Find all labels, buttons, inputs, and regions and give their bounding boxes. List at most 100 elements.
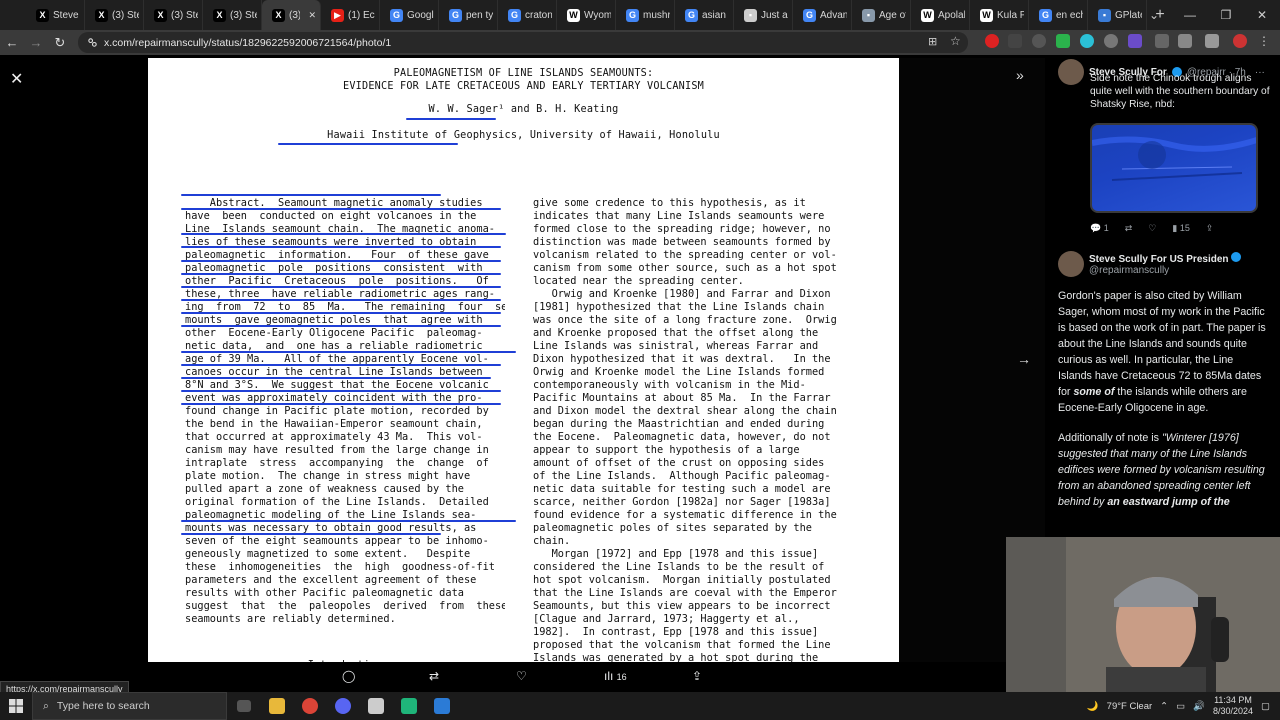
- repost-icon[interactable]: ⇄: [429, 669, 439, 683]
- address-bar[interactable]: x.com/repairmanscully/status/18296225920…: [78, 32, 968, 53]
- tab-13[interactable]: G Advanc: [793, 0, 852, 30]
- forward-icon[interactable]: →: [24, 31, 48, 55]
- minimize-icon[interactable]: —: [1172, 0, 1208, 30]
- post2-author[interactable]: Steve Scully For US Presiden: [1089, 254, 1229, 265]
- pen-underline: [181, 364, 501, 366]
- taskbar-search[interactable]: ⌕ Type here to search: [32, 692, 227, 720]
- like-icon[interactable]: ♡: [516, 669, 527, 683]
- paper-text-line: indicates that many Line Islands seamoun…: [533, 210, 825, 222]
- tab-8[interactable]: Gcraton: [498, 0, 557, 30]
- reload-icon[interactable]: ↻: [48, 31, 72, 55]
- close-window-icon[interactable]: ✕: [1244, 0, 1280, 30]
- tab-12[interactable]: ▪ Just a r: [734, 0, 793, 30]
- tab-10[interactable]: Gmushro: [616, 0, 675, 30]
- views-icon[interactable]: ılı 16: [604, 669, 627, 683]
- extension-red-icon[interactable]: [985, 34, 999, 48]
- tab-3[interactable]: X (3) Ste: [203, 0, 262, 30]
- extension-icon[interactable]: [1008, 34, 1022, 48]
- tab-0[interactable]: X Steve S: [26, 0, 85, 30]
- site-info-icon[interactable]: [87, 37, 98, 48]
- file-explorer-icon[interactable]: [260, 692, 293, 720]
- pen-underline: [181, 390, 501, 392]
- post1-actions: 💬 1 ⇄ ♡ ▮ 15 ⇪: [1090, 223, 1213, 234]
- paper-text-line: chain.: [533, 535, 571, 547]
- restore-icon[interactable]: ❐: [1208, 0, 1244, 30]
- extension-gray-icon[interactable]: [1032, 34, 1046, 48]
- tab-9[interactable]: W Wyomi: [557, 0, 616, 30]
- tab-4[interactable]: X (3) ✕: [262, 0, 321, 30]
- avatar[interactable]: [1058, 251, 1084, 277]
- post1-map-image[interactable]: [1090, 123, 1258, 213]
- paper-text-line: geneously magnetized to some extent. Des…: [185, 548, 471, 560]
- extension-teal-icon[interactable]: [1080, 34, 1094, 48]
- discord-icon[interactable]: [326, 692, 359, 720]
- verified-badge-icon: [1231, 252, 1242, 262]
- start-button[interactable]: [0, 692, 32, 720]
- reply-icon[interactable]: ◯: [342, 669, 355, 683]
- next-photo-icon[interactable]: →: [1017, 351, 1031, 367]
- tab-label: Google: [407, 9, 434, 21]
- paper-text-line: found evidence for a systematic differen…: [533, 509, 837, 521]
- tab-search-icon[interactable]: ⌄: [1136, 0, 1172, 30]
- like-icon[interactable]: ♡: [1148, 223, 1156, 234]
- reply-icon[interactable]: 💬 1: [1090, 223, 1109, 234]
- share-icon[interactable]: ⇪: [1206, 223, 1214, 234]
- bookmark-star-icon[interactable]: ☆: [950, 34, 961, 48]
- tab-11[interactable]: Gasian g: [675, 0, 734, 30]
- tab-2[interactable]: X (3) Ste: [144, 0, 203, 30]
- x-logo-icon: X: [95, 8, 108, 22]
- clock[interactable]: 11:34 PM 8/30/2024: [1213, 695, 1253, 717]
- tab-16[interactable]: W Kula Pl: [970, 0, 1029, 30]
- tab-label: (1) Eco: [348, 9, 375, 21]
- task-view-icon[interactable]: [227, 692, 260, 720]
- pen-underline: [181, 233, 506, 235]
- green-app-icon[interactable]: [392, 692, 425, 720]
- window-controls: ⌄ — ❐ ✕: [1136, 0, 1280, 30]
- back-icon[interactable]: ←: [0, 31, 24, 55]
- post2-handle[interactable]: @repairmanscully: [1089, 265, 1241, 276]
- extension-purple-icon[interactable]: [1128, 34, 1142, 48]
- tab-7[interactable]: Gpen typ: [439, 0, 498, 30]
- tab-5[interactable]: ▶ (1) Eco: [321, 0, 380, 30]
- sidebar-panel-icon[interactable]: [1205, 34, 1219, 48]
- extension-shield-icon[interactable]: [1104, 34, 1118, 48]
- extensions-puzzle-icon[interactable]: [1155, 34, 1169, 48]
- collapse-sidebar-icon[interactable]: »: [1016, 67, 1024, 83]
- pen-underline: [278, 143, 458, 145]
- tab-1[interactable]: X (3) Ste: [85, 0, 144, 30]
- tab-label: asian g: [702, 9, 729, 21]
- weather-icon[interactable]: 🌙: [1087, 701, 1099, 712]
- repost-icon[interactable]: ⇄: [1125, 223, 1133, 234]
- tab-14[interactable]: ▪ Age of: [852, 0, 911, 30]
- share-icon[interactable]: ⇪: [692, 669, 702, 683]
- network-icon[interactable]: ▭: [1176, 701, 1185, 712]
- paper-text-line: seven of the eight seamounts appear to b…: [185, 535, 489, 547]
- chrome-icon[interactable]: [293, 692, 326, 720]
- install-icon[interactable]: ⊞: [928, 35, 937, 48]
- close-tab-icon[interactable]: ✕: [308, 10, 316, 21]
- close-photo-icon[interactable]: ✕: [10, 69, 23, 89]
- menu-kebab-icon[interactable]: ⋮: [1258, 34, 1270, 48]
- paper-affiliation: Hawaii Institute of Geophysics, Universi…: [327, 130, 720, 141]
- volume-icon[interactable]: 🔊: [1193, 701, 1205, 712]
- views-icon[interactable]: ▮ 15: [1172, 223, 1189, 234]
- paper-text-line: located near the spreading center.: [533, 275, 744, 287]
- weather-text[interactable]: 79°F Clear: [1107, 701, 1153, 712]
- pen-underline: [181, 377, 491, 379]
- blue-app-icon[interactable]: [425, 692, 458, 720]
- extension-green-icon[interactable]: [1056, 34, 1070, 48]
- downloads-icon[interactable]: [1178, 34, 1192, 48]
- paper-text-line: pulled apart a zone of weakness caused b…: [185, 483, 464, 495]
- paper-text-line: original formation of the Line Islands. …: [185, 496, 489, 508]
- tab-17[interactable]: Gen echt: [1029, 0, 1088, 30]
- tab-15[interactable]: W Apolak: [911, 0, 970, 30]
- notifications-icon[interactable]: ▢: [1261, 701, 1270, 712]
- app-icon[interactable]: [359, 692, 392, 720]
- tray-chevron-icon[interactable]: ⌃: [1160, 701, 1168, 712]
- tab-list: X Steve S X (3) Ste X (3) Ste X (3) Ste X (3) ✕ ▶ (1…: [26, 0, 1147, 30]
- avatar[interactable]: [1058, 59, 1084, 85]
- tab-label: Steve S: [53, 9, 80, 21]
- profile-avatar[interactable]: [1233, 34, 1247, 48]
- tab-6[interactable]: G Google: [380, 0, 439, 30]
- pen-underline: [181, 260, 501, 262]
